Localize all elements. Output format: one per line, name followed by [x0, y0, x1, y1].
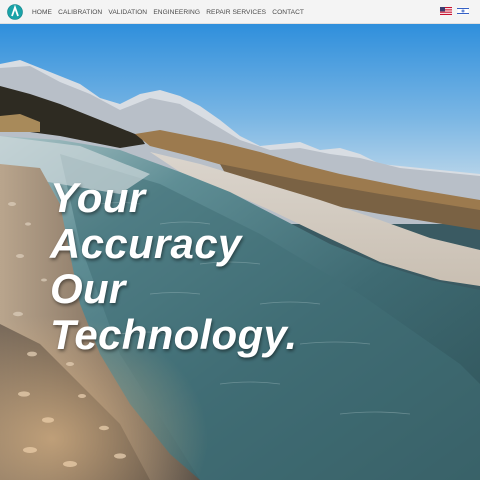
main-nav: HOME CALIBRATION VALIDATION ENGINEERING … [32, 0, 310, 24]
language-switcher [440, 7, 469, 15]
top-navigation-bar: HOME CALIBRATION VALIDATION ENGINEERING … [0, 0, 480, 24]
headline-line-accuracy: Accuracy [50, 219, 242, 267]
headline-line-our: Our [50, 265, 126, 312]
hero-banner: Your Accuracy Our Technology. [0, 24, 480, 480]
nav-calibration[interactable]: CALIBRATION [58, 9, 102, 16]
company-logo-icon[interactable] [7, 4, 23, 20]
nav-engineering[interactable]: ENGINEERING [153, 9, 200, 16]
nav-validation[interactable]: VALIDATION [108, 9, 147, 16]
us-flag-icon[interactable] [440, 7, 452, 15]
nav-repair-services[interactable]: REPAIR SERVICES [206, 9, 266, 16]
israel-flag-icon[interactable] [457, 7, 469, 15]
nav-contact[interactable]: CONTACT [272, 9, 304, 16]
headline-line-your: Your [50, 174, 146, 221]
headline-line-technology: Technology. [50, 310, 298, 358]
hero-headline: Your Accuracy Our Technology. [50, 175, 298, 357]
nav-home[interactable]: HOME [32, 9, 52, 16]
